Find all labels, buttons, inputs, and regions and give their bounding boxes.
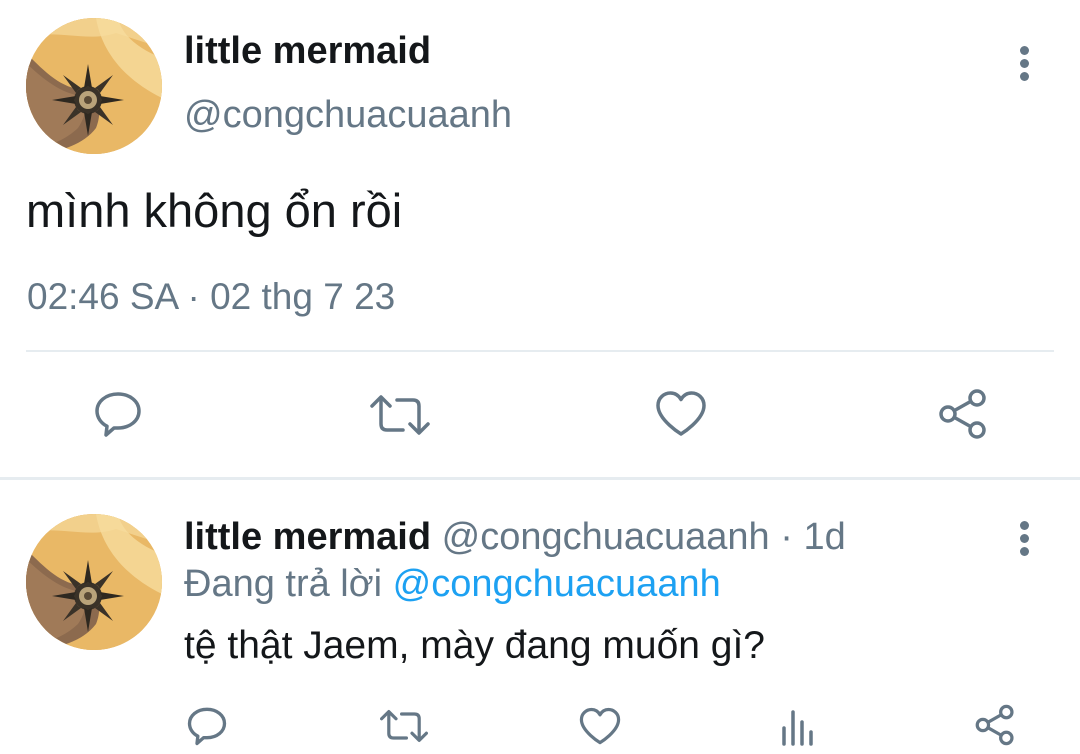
user-handle[interactable]: @congchuacuaanh: [184, 94, 512, 137]
divider: [26, 350, 1054, 352]
avatar-image: [26, 514, 162, 650]
retweet-icon[interactable]: [380, 709, 428, 743]
user-handle[interactable]: @congchuacuaanh: [442, 516, 770, 558]
tweet-time: 02:46 SA: [27, 276, 178, 317]
avatar[interactable]: [26, 514, 162, 650]
analytics-bars-icon[interactable]: [780, 708, 816, 748]
display-name[interactable]: little mermaid: [184, 516, 431, 558]
replying-to: Đang trả lời @congchuacuaanh: [184, 563, 721, 606]
more-vertical-icon[interactable]: [1014, 521, 1034, 561]
heart-icon[interactable]: [655, 390, 707, 438]
heart-icon[interactable]: [579, 707, 621, 746]
tweet-detail-screen: little mermaid @congchuacuaanh mình khôn…: [0, 0, 1080, 754]
section-divider: [0, 477, 1080, 480]
reply-bubble-icon[interactable]: [187, 706, 227, 746]
meta-separator: ·: [177, 276, 211, 317]
share-icon[interactable]: [937, 388, 989, 440]
reply-text: tệ thật Jaem, mày đang muốn gì?: [184, 624, 766, 667]
tweet-date: 02 thg 7 23: [210, 276, 396, 317]
display-name[interactable]: little mermaid: [184, 30, 431, 73]
mention-link[interactable]: @congchuacuaanh: [393, 563, 721, 605]
tweet-timestamp: 02:46 SA · 02 thg 7 23: [27, 276, 395, 318]
reply-header: little mermaid @congchuacuaanh · 1d: [184, 516, 846, 559]
replying-to-label: Đang trả lời: [184, 563, 393, 605]
tweet-text: mình không ổn rồi: [26, 184, 403, 237]
retweet-icon[interactable]: [370, 394, 430, 436]
reply-age: · 1d: [769, 516, 846, 558]
reply-bubble-icon[interactable]: [94, 390, 142, 438]
avatar-image: [26, 18, 162, 154]
more-vertical-icon[interactable]: [1014, 46, 1034, 86]
share-icon[interactable]: [974, 704, 1016, 746]
avatar[interactable]: [26, 18, 162, 154]
